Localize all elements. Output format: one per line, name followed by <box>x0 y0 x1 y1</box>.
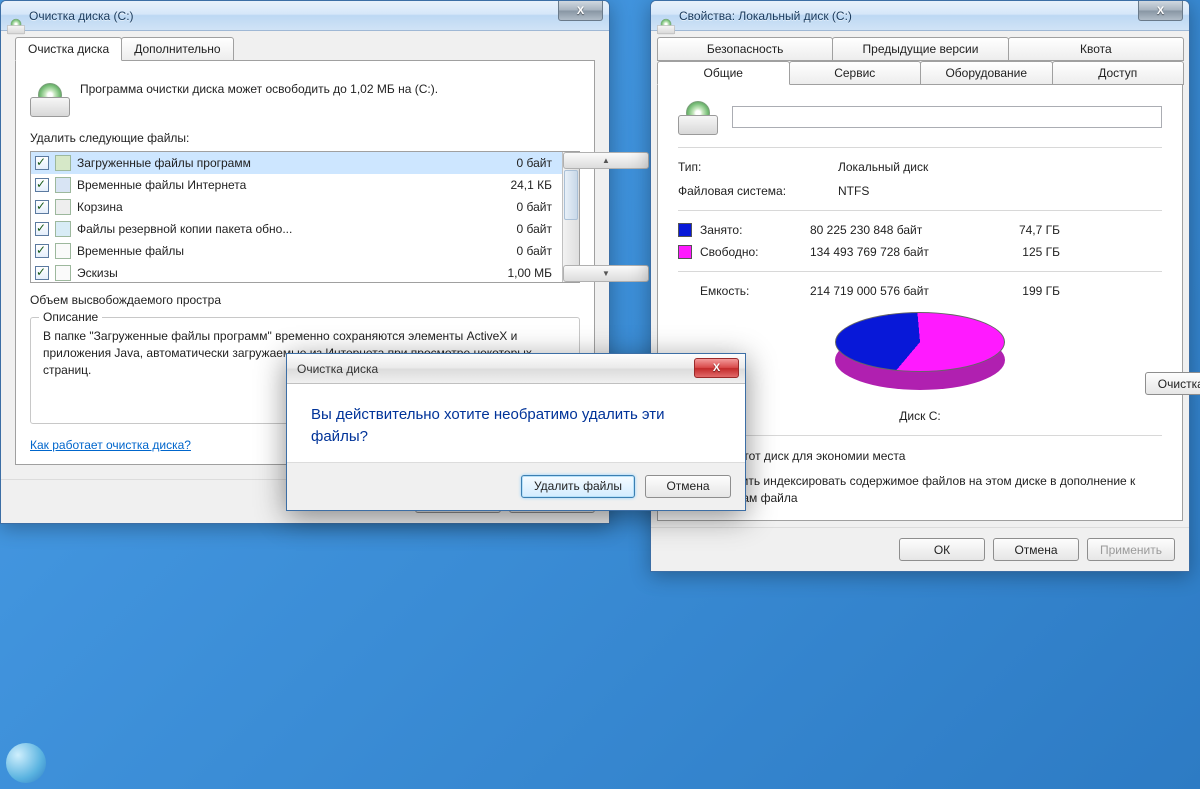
titlebar[interactable]: Очистка диска (C:) X <box>1 1 609 31</box>
used-gb: 74,7 ГБ <box>990 223 1060 237</box>
file-list-item[interactable]: Корзина 0 байт <box>31 196 562 218</box>
confirm-delete-dialog: Очистка диска X Вы действительно хотите … <box>286 353 746 511</box>
help-link[interactable]: Как работает очистка диска? <box>30 438 191 452</box>
file-type-icon <box>55 155 71 171</box>
window-title: Свойства: Локальный диск (C:) <box>679 9 852 23</box>
file-name: Временные файлы Интернета <box>77 178 478 192</box>
file-type-icon <box>55 177 71 193</box>
tab-security[interactable]: Безопасность <box>657 37 833 61</box>
scroll-up-button[interactable]: ▲ <box>563 152 649 169</box>
file-size: 0 байт <box>478 200 558 214</box>
used-swatch <box>678 223 692 237</box>
disk-caption: Диск C: <box>678 409 1162 423</box>
index-label: Разрешить индексировать содержимое файло… <box>699 473 1162 507</box>
tab-sharing[interactable]: Доступ <box>1052 61 1185 85</box>
type-label: Тип: <box>678 160 838 174</box>
file-checkbox[interactable] <box>35 244 49 258</box>
close-button[interactable]: X <box>558 1 603 21</box>
divider <box>678 210 1162 211</box>
confirm-message: Вы действительно хотите необратимо удали… <box>311 404 721 448</box>
description-legend: Описание <box>39 310 102 324</box>
confirm-title: Очистка диска <box>297 362 378 376</box>
free-bytes: 134 493 769 728 байт <box>810 245 990 259</box>
fs-label: Файловая система: <box>678 184 838 198</box>
free-swatch <box>678 245 692 259</box>
drive-icon <box>678 99 718 135</box>
drive-icon <box>30 81 70 117</box>
free-label: Свободно: <box>700 245 810 259</box>
disk-usage-pie-area: Очистка диска <box>678 306 1162 405</box>
tab-quota[interactable]: Квота <box>1008 37 1184 61</box>
close-button[interactable]: X <box>1138 1 1183 21</box>
delete-files-label: Удалить следующие файлы: <box>30 131 580 145</box>
file-size: 0 байт <box>478 244 558 258</box>
scroll-thumb[interactable] <box>564 170 578 220</box>
file-size: 24,1 КБ <box>478 178 558 192</box>
file-name: Временные файлы <box>77 244 478 258</box>
file-checkbox[interactable] <box>35 266 49 280</box>
tab-more-options[interactable]: Дополнительно <box>121 37 233 61</box>
scroll-down-button[interactable]: ▼ <box>563 265 649 282</box>
file-checkbox[interactable] <box>35 178 49 192</box>
divider <box>678 271 1162 272</box>
disk-cleanup-button[interactable]: Очистка диска <box>1145 372 1200 395</box>
capacity-gb: 199 ГБ <box>990 284 1060 298</box>
dialog-button-row: ОК Отмена Применить <box>651 527 1189 571</box>
file-checkbox[interactable] <box>35 200 49 214</box>
file-size: 1,00 МБ <box>478 266 558 280</box>
tab-general[interactable]: Общие <box>657 61 790 85</box>
delete-files-button[interactable]: Удалить файлы <box>521 475 635 498</box>
file-name: Эскизы <box>77 266 478 280</box>
cancel-button[interactable]: Отмена <box>993 538 1079 561</box>
capacity-bytes: 214 719 000 576 байт <box>810 284 990 298</box>
drive-icon <box>657 8 673 24</box>
file-type-icon <box>55 221 71 237</box>
used-bytes: 80 225 230 848 байт <box>810 223 990 237</box>
file-list: Загруженные файлы программ 0 байт Времен… <box>30 151 580 283</box>
drive-icon <box>7 8 23 24</box>
file-size: 0 байт <box>478 222 558 236</box>
window-title: Очистка диска (C:) <box>29 9 134 23</box>
file-name: Файлы резервной копии пакета обно... <box>77 222 478 236</box>
bg-orb <box>6 743 46 783</box>
used-label: Занято: <box>700 223 810 237</box>
file-list-item[interactable]: Эскизы 1,00 МБ <box>31 262 562 282</box>
ok-button[interactable]: ОК <box>899 538 985 561</box>
scrollbar[interactable]: ▲ ▼ <box>562 152 579 282</box>
apply-button[interactable]: Применить <box>1087 538 1175 561</box>
file-checkbox[interactable] <box>35 222 49 236</box>
titlebar[interactable]: Очистка диска X <box>287 354 745 384</box>
divider <box>678 147 1162 148</box>
cancel-button[interactable]: Отмена <box>645 475 731 498</box>
divider <box>678 435 1162 436</box>
file-list-item[interactable]: Временные файлы 0 байт <box>31 240 562 262</box>
freed-space-label: Объем высвобождаемого простра <box>30 293 580 307</box>
file-list-item[interactable]: Файлы резервной копии пакета обно... 0 б… <box>31 218 562 240</box>
tab-tools[interactable]: Сервис <box>789 61 922 85</box>
file-size: 0 байт <box>478 156 558 170</box>
drive-label-input[interactable] <box>732 106 1162 128</box>
file-name: Загруженные файлы программ <box>77 156 478 170</box>
file-list-item[interactable]: Загруженные файлы программ 0 байт <box>31 152 562 174</box>
fs-value: NTFS <box>838 184 1162 198</box>
confirm-button-row: Удалить файлы Отмена <box>287 462 745 510</box>
titlebar[interactable]: Свойства: Локальный диск (C:) X <box>651 1 1189 31</box>
tab-strip: Очистка диска Дополнительно <box>15 37 595 61</box>
file-type-icon <box>55 265 71 281</box>
disk-usage-pie <box>835 312 1005 397</box>
tab-cleanup[interactable]: Очистка диска <box>15 37 122 61</box>
type-value: Локальный диск <box>838 160 1162 174</box>
close-button[interactable]: X <box>694 358 739 378</box>
file-checkbox[interactable] <box>35 156 49 170</box>
cleanup-summary-text: Программа очистки диска может освободить… <box>80 81 438 98</box>
file-type-icon <box>55 199 71 215</box>
file-name: Корзина <box>77 200 478 214</box>
free-gb: 125 ГБ <box>990 245 1060 259</box>
tab-previous-versions[interactable]: Предыдущие версии <box>832 37 1008 61</box>
capacity-label: Емкость: <box>700 284 810 298</box>
tab-hardware[interactable]: Оборудование <box>920 61 1053 85</box>
file-list-item[interactable]: Временные файлы Интернета 24,1 КБ <box>31 174 562 196</box>
file-type-icon <box>55 243 71 259</box>
